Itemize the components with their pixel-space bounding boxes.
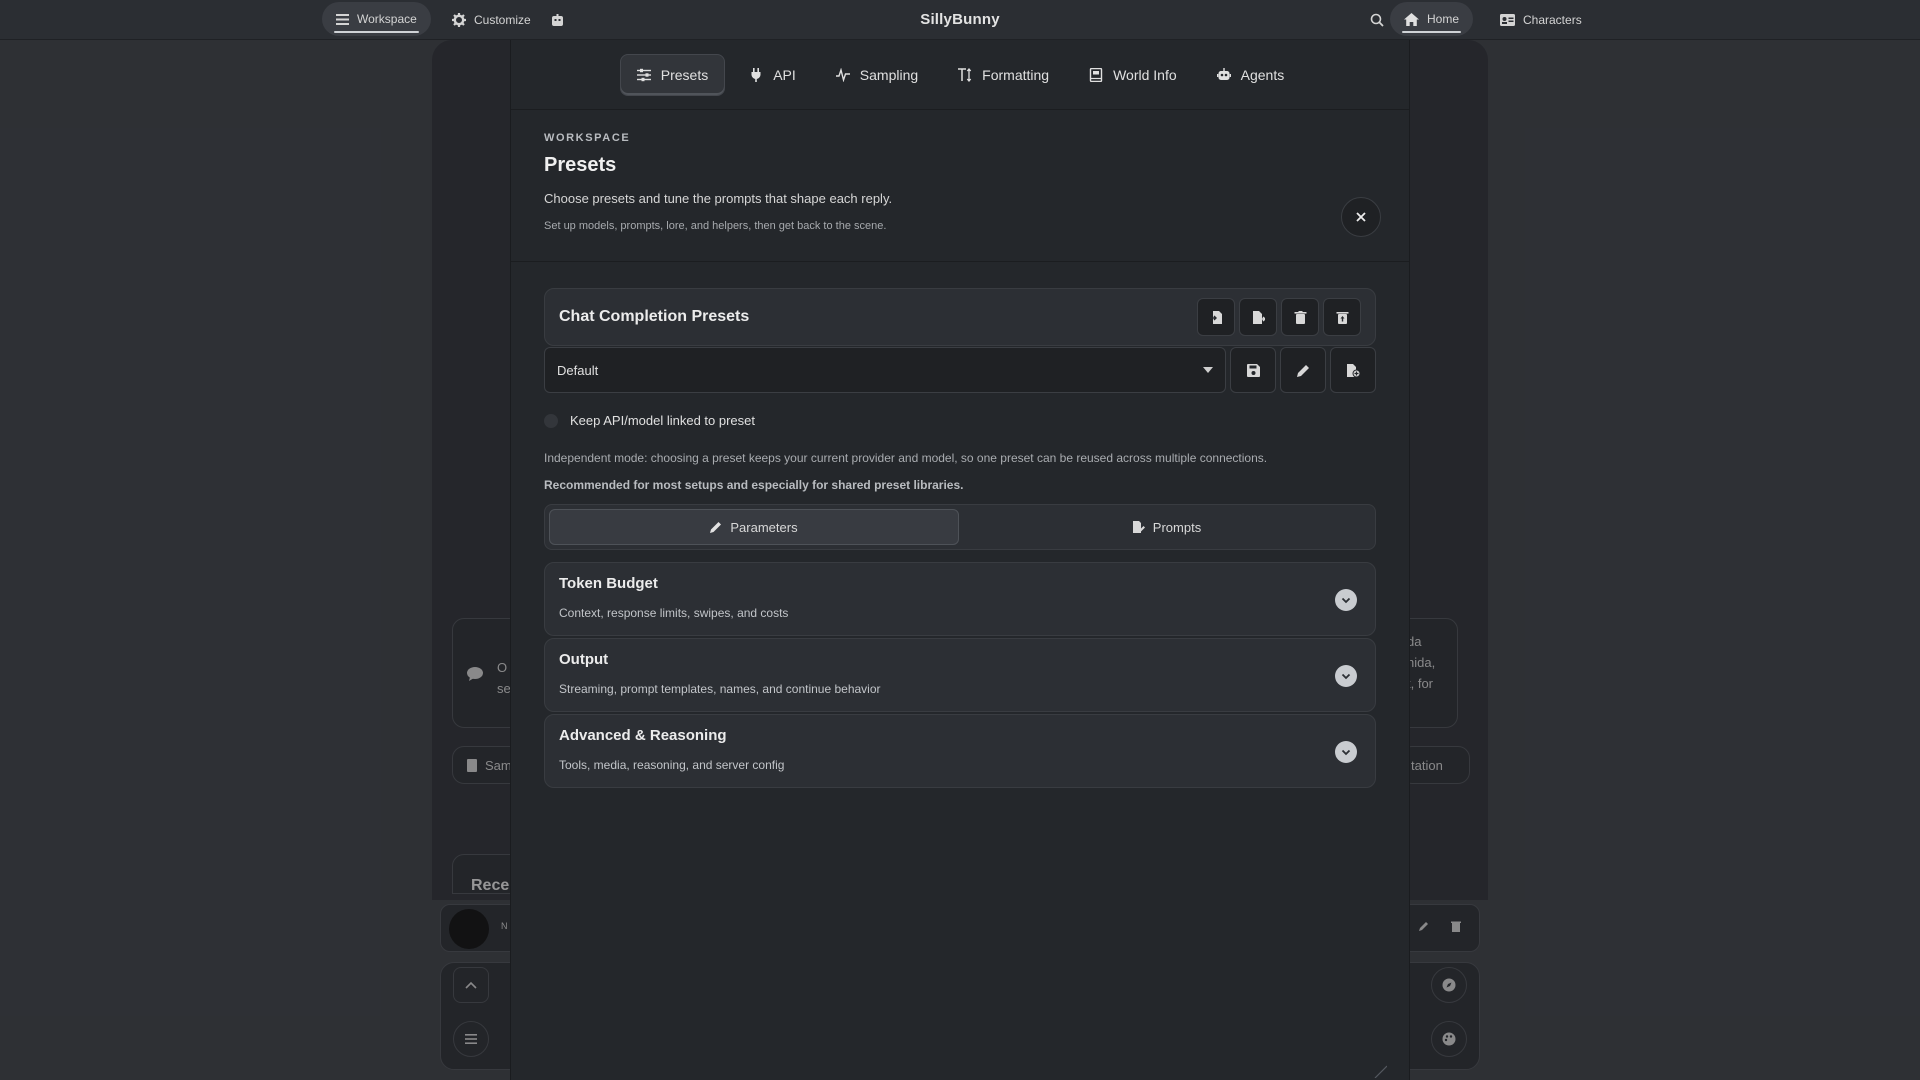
pencil-icon bbox=[1296, 364, 1310, 377]
advanced-reasoning-section[interactable]: Advanced & Reasoning Tools, media, reaso… bbox=[544, 714, 1376, 788]
drawer-content: Chat Completion Presets Default Keep API… bbox=[511, 262, 1409, 788]
close-button[interactable] bbox=[1341, 197, 1381, 237]
customize-button[interactable]: Customize bbox=[452, 2, 531, 38]
recommended-note: Recommended for most setups and especial… bbox=[544, 478, 964, 492]
chevron-down-icon[interactable] bbox=[1335, 589, 1357, 611]
link-toggle-label: Keep API/model linked to preset bbox=[570, 413, 756, 428]
text-height-icon bbox=[958, 67, 972, 82]
tab-label: Agents bbox=[1240, 66, 1285, 83]
extensions-button[interactable] bbox=[551, 2, 564, 38]
preset-view-switch: Parameters Prompts bbox=[544, 504, 1376, 550]
tab-world-info[interactable]: World Info bbox=[1073, 54, 1193, 96]
page-hint: Set up models, prompts, lore, and helper… bbox=[544, 220, 887, 232]
trash-icon bbox=[1294, 310, 1307, 324]
link-toggle-row[interactable]: Keep API/model linked to preset bbox=[544, 413, 1376, 428]
chevron-down-icon[interactable] bbox=[1335, 665, 1357, 687]
page-title: Presets bbox=[544, 154, 617, 176]
tab-sampling[interactable]: Sampling bbox=[820, 54, 934, 96]
file-export-icon bbox=[1252, 310, 1265, 324]
delete-preset-button[interactable] bbox=[1281, 298, 1319, 336]
resize-handle-icon[interactable] bbox=[1373, 1064, 1388, 1079]
close-icon bbox=[1356, 212, 1366, 222]
preset-card-title: Chat Completion Presets bbox=[559, 308, 750, 325]
rename-preset-button[interactable] bbox=[1280, 347, 1326, 393]
tab-label: Formatting bbox=[982, 66, 1050, 83]
caret-down-icon bbox=[1203, 367, 1213, 373]
independent-mode-note: Independent mode: choosing a preset keep… bbox=[544, 451, 1268, 465]
home-button[interactable]: Home bbox=[1390, 2, 1474, 36]
section-desc: Streaming, prompt templates, names, and … bbox=[559, 682, 881, 696]
save-as-preset-button[interactable] bbox=[1330, 347, 1376, 393]
save-icon bbox=[1246, 363, 1260, 377]
file-import-icon bbox=[1209, 310, 1223, 324]
section-desc: Tools, media, reasoning, and server conf… bbox=[559, 758, 785, 772]
eyebrow-label: WORKSPACE bbox=[544, 132, 631, 144]
characters-button[interactable]: Characters bbox=[1500, 2, 1582, 38]
tab-formatting[interactable]: Formatting bbox=[942, 54, 1065, 96]
export-preset-button[interactable] bbox=[1239, 298, 1277, 336]
section-title: Token Budget bbox=[559, 575, 658, 592]
prompts-tab-label: Prompts bbox=[1152, 519, 1202, 535]
drawer-tabs: Presets API Sampling Formatting World In… bbox=[511, 40, 1409, 110]
robot-icon bbox=[1216, 67, 1231, 82]
customize-label: Customize bbox=[474, 13, 531, 27]
book-icon bbox=[1089, 67, 1103, 82]
preset-select-value: Default bbox=[557, 362, 599, 378]
plug-icon bbox=[749, 67, 763, 82]
preset-card-header: Chat Completion Presets bbox=[544, 288, 1376, 346]
preset-select-row: Default bbox=[544, 347, 1376, 393]
search-button[interactable] bbox=[1370, 2, 1384, 38]
output-section[interactable]: Output Streaming, prompt templates, name… bbox=[544, 638, 1376, 712]
top-navbar: Workspace Customize SillyBunny Home Char… bbox=[0, 0, 1920, 40]
tab-label: Presets bbox=[660, 66, 709, 83]
reset-preset-button[interactable] bbox=[1323, 298, 1361, 336]
drawer-header: WORKSPACE Presets Choose presets and tun… bbox=[511, 110, 1409, 262]
section-desc: Context, response limits, swipes, and co… bbox=[559, 606, 789, 620]
tab-presets[interactable]: Presets bbox=[619, 53, 726, 96]
preset-select[interactable]: Default bbox=[544, 347, 1226, 393]
menu-icon bbox=[336, 13, 349, 25]
id-card-icon bbox=[1500, 14, 1515, 26]
home-icon bbox=[1404, 12, 1419, 26]
wave-icon bbox=[835, 67, 850, 82]
gear-icon bbox=[452, 13, 466, 27]
workspace-label: Workspace bbox=[357, 12, 417, 26]
characters-label: Characters bbox=[1523, 13, 1582, 27]
workspace-button[interactable]: Workspace bbox=[322, 2, 431, 36]
parameters-tab[interactable]: Parameters bbox=[549, 509, 959, 545]
section-title: Advanced & Reasoning bbox=[559, 727, 727, 744]
home-label: Home bbox=[1427, 12, 1460, 26]
tab-label: World Info bbox=[1113, 66, 1177, 83]
link-toggle[interactable] bbox=[544, 413, 558, 428]
parameters-tab-label: Parameters bbox=[730, 519, 798, 535]
import-preset-button[interactable] bbox=[1197, 298, 1235, 336]
page-subtitle: Choose presets and tune the prompts that… bbox=[544, 191, 893, 206]
section-title: Output bbox=[559, 651, 609, 668]
trash-restore-icon bbox=[1336, 311, 1349, 324]
prompts-tab[interactable]: Prompts bbox=[963, 509, 1371, 545]
tab-api[interactable]: API bbox=[733, 54, 812, 96]
cube-icon bbox=[551, 13, 564, 27]
search-icon bbox=[1370, 13, 1384, 27]
save-preset-button[interactable] bbox=[1230, 347, 1276, 393]
tab-agents[interactable]: Agents bbox=[1201, 54, 1301, 96]
file-circle-plus-icon bbox=[1346, 363, 1360, 377]
preset-actions bbox=[1197, 298, 1361, 336]
sliders-icon bbox=[636, 68, 651, 82]
pencil-icon bbox=[710, 521, 722, 533]
token-budget-section[interactable]: Token Budget Context, response limits, s… bbox=[544, 562, 1376, 636]
file-pen-icon bbox=[1132, 521, 1145, 533]
presets-drawer: Presets API Sampling Formatting World In… bbox=[510, 40, 1410, 1080]
tab-label: API bbox=[773, 66, 796, 83]
app-title: SillyBunny bbox=[920, 10, 1000, 28]
chevron-down-icon[interactable] bbox=[1335, 741, 1357, 763]
tab-label: Sampling bbox=[859, 66, 919, 83]
